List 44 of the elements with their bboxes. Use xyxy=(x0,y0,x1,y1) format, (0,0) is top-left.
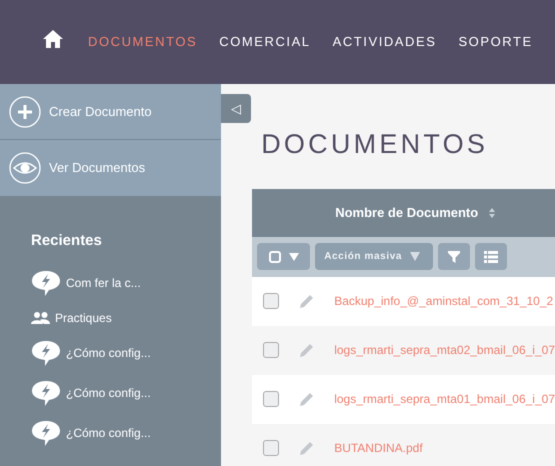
select-all-dropdown[interactable] xyxy=(257,243,310,270)
plus-circle-icon xyxy=(9,96,41,128)
nav-tab[interactable]: ACTIVIDADES xyxy=(332,32,436,52)
row-checkbox[interactable] xyxy=(263,342,280,358)
caret-down-icon xyxy=(288,252,299,260)
document-link[interactable]: logs_rmarti_sepra_mta01_bmail_06_i_07 xyxy=(334,390,555,408)
row-checkbox[interactable] xyxy=(263,391,280,407)
lightning-bubble-icon xyxy=(31,338,61,366)
recent-item[interactable]: ¿Cómo config... xyxy=(31,338,222,366)
recent-item[interactable]: Practiques xyxy=(31,308,222,326)
column-header[interactable]: Nombre de Documento xyxy=(335,202,478,222)
lightning-bubble-icon xyxy=(31,268,61,296)
row-checkbox[interactable] xyxy=(263,440,280,456)
recent-item[interactable]: ¿Cómo config... xyxy=(31,378,222,406)
collapse-sidebar-button[interactable]: ◁ xyxy=(221,94,252,123)
page-title: DOCUMENTOS xyxy=(261,128,490,161)
eye-icon xyxy=(9,152,41,184)
recent-item[interactable]: Com fer la c... xyxy=(31,268,222,296)
filter-icon xyxy=(448,250,460,262)
sidebar-action[interactable]: Crear Documento xyxy=(0,84,222,140)
home-icon[interactable] xyxy=(42,29,64,49)
document-link[interactable]: Backup_info_@_aminstal_com_31_10_2 xyxy=(334,292,554,310)
sidebar-action[interactable]: Ver Documentos xyxy=(0,140,222,196)
pencil-icon[interactable] xyxy=(299,440,314,456)
pencil-icon[interactable] xyxy=(299,342,314,358)
lightning-bubble-icon xyxy=(31,418,61,446)
pencil-icon[interactable] xyxy=(299,294,314,308)
nav-tab[interactable]: DOCUMENTOS xyxy=(88,32,198,52)
caret-down-icon xyxy=(410,252,420,261)
nav-tab[interactable]: SOPORTE xyxy=(458,32,533,52)
column-chooser-button[interactable] xyxy=(475,243,508,270)
lightning-bubble-icon xyxy=(31,378,61,406)
document-link[interactable]: BUTANDINA.pdf xyxy=(334,439,423,457)
recent-heading: Recientes xyxy=(30,231,103,251)
people-icon xyxy=(31,312,50,324)
nav-tab[interactable]: COMERCIAL xyxy=(219,32,311,52)
bulk-action-dropdown[interactable]: Acción masiva xyxy=(315,243,434,270)
pencil-icon[interactable] xyxy=(299,392,314,406)
list-icon xyxy=(484,250,498,262)
document-link[interactable]: logs_rmarti_sepra_mta02_bmail_06_i_07 xyxy=(334,341,555,359)
sort-icon[interactable] xyxy=(488,206,496,218)
recent-item[interactable]: ¿Cómo config... xyxy=(31,418,222,446)
filter-button[interactable] xyxy=(438,243,470,270)
row-checkbox[interactable] xyxy=(263,293,280,309)
